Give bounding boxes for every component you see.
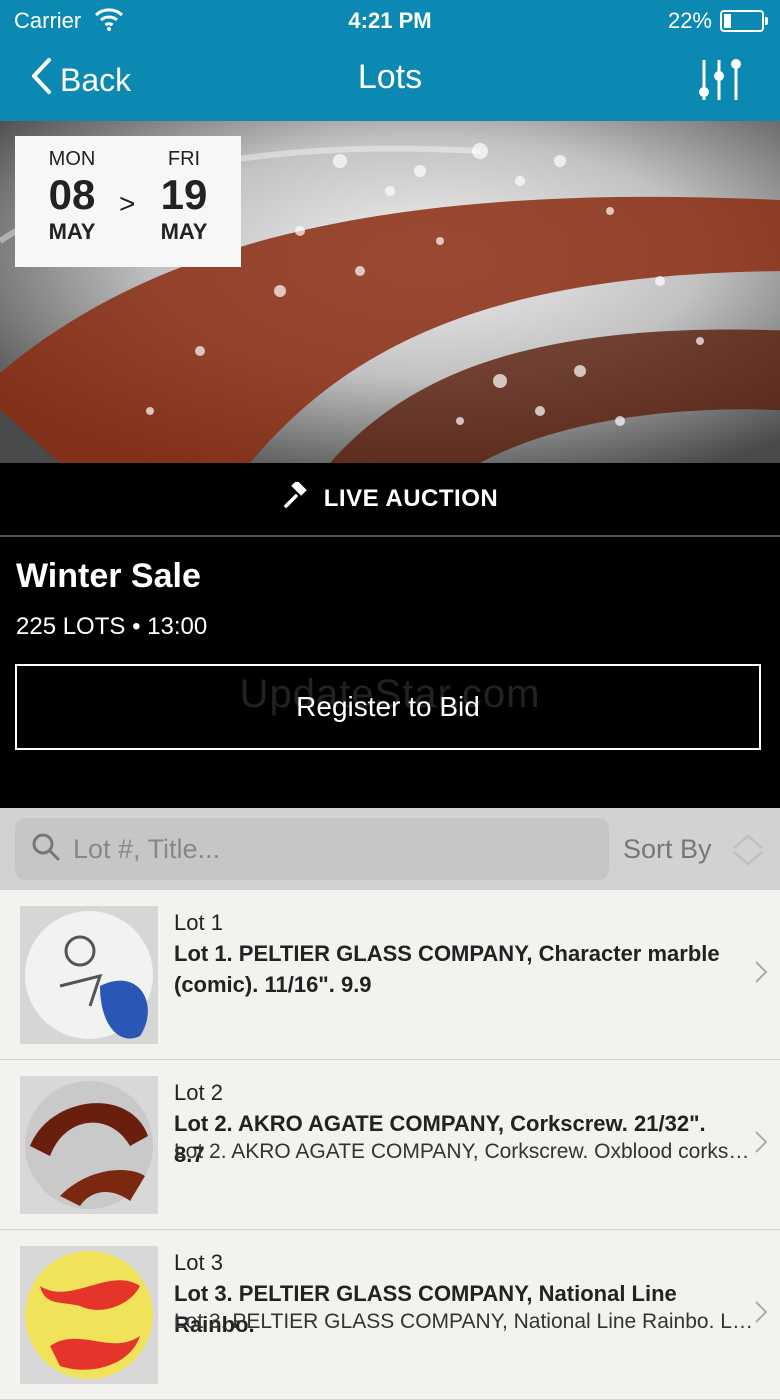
lot-description: Lot 3. PELTIER GLASS COMPANY, National L… bbox=[174, 1310, 754, 1333]
battery-icon bbox=[720, 10, 768, 32]
start-month: MAY bbox=[48, 219, 96, 244]
start-day-of-week: MON bbox=[48, 148, 96, 170]
start-day: 08 bbox=[48, 171, 96, 218]
search-field[interactable] bbox=[15, 818, 609, 880]
start-date: MON 08 MAY bbox=[27, 148, 117, 245]
end-month: MAY bbox=[160, 219, 208, 244]
search-input[interactable] bbox=[71, 832, 575, 866]
clock: 4:21 PM bbox=[348, 8, 432, 33]
chevron-right-icon bbox=[754, 1130, 768, 1159]
register-to-bid-button[interactable]: Register to Bid bbox=[15, 664, 761, 750]
search-bar: Sort By bbox=[0, 808, 780, 890]
live-auction-label: LIVE AUCTION bbox=[323, 485, 499, 512]
sale-meta: 225 LOTS • 13:00 bbox=[16, 613, 208, 640]
end-date: FRI 19 MAY bbox=[139, 148, 229, 245]
end-day: 19 bbox=[160, 171, 208, 218]
sort-icon[interactable] bbox=[730, 832, 766, 873]
auction-date-range: MON 08 MAY > FRI 19 MAY bbox=[15, 136, 241, 267]
nav-bar: Back Lots bbox=[0, 40, 780, 121]
gavel-icon bbox=[282, 479, 324, 517]
sale-info: Winter Sale 225 LOTS • 13:00 UpdateStar.… bbox=[0, 537, 780, 808]
lot-number: Lot 2 bbox=[174, 1080, 223, 1105]
chevron-right-icon bbox=[754, 960, 768, 989]
date-range-arrow: > bbox=[119, 188, 136, 219]
chevron-right-icon bbox=[754, 1300, 768, 1329]
live-auction-banner: LIVE AUCTION bbox=[0, 463, 780, 535]
sort-by-button[interactable]: Sort By bbox=[623, 834, 712, 865]
list-item[interactable]: Lot 3 Lot 3. PELTIER GLASS COMPANY, Nati… bbox=[0, 1230, 780, 1400]
filter-sliders-icon[interactable] bbox=[698, 56, 744, 109]
sale-title: Winter Sale bbox=[16, 557, 201, 595]
lot-description: Lot 2. AKRO AGATE COMPANY, Corkscrew. Ox… bbox=[174, 1140, 754, 1163]
list-item[interactable]: Lot 2 Lot 2. AKRO AGATE COMPANY, Corkscr… bbox=[0, 1060, 780, 1230]
page-title: Lots bbox=[357, 58, 423, 96]
battery-percent: 22% bbox=[667, 8, 712, 33]
lot-number: Lot 3 bbox=[174, 1250, 223, 1275]
lot-thumbnail bbox=[20, 1246, 158, 1384]
lot-title: Lot 1. PELTIER GLASS COMPANY, Character … bbox=[174, 941, 720, 997]
lot-list: Lot 1 Lot 1. PELTIER GLASS COMPANY, Char… bbox=[0, 890, 780, 1400]
status-bar: Carrier 4:21 PM 22% bbox=[0, 0, 780, 40]
lot-thumbnail bbox=[20, 906, 158, 1044]
list-item[interactable]: Lot 1 Lot 1. PELTIER GLASS COMPANY, Char… bbox=[0, 890, 780, 1060]
lot-thumbnail bbox=[20, 1076, 158, 1214]
lot-number: Lot 1 bbox=[174, 910, 223, 935]
search-icon bbox=[15, 832, 71, 867]
end-day-of-week: FRI bbox=[167, 148, 201, 170]
